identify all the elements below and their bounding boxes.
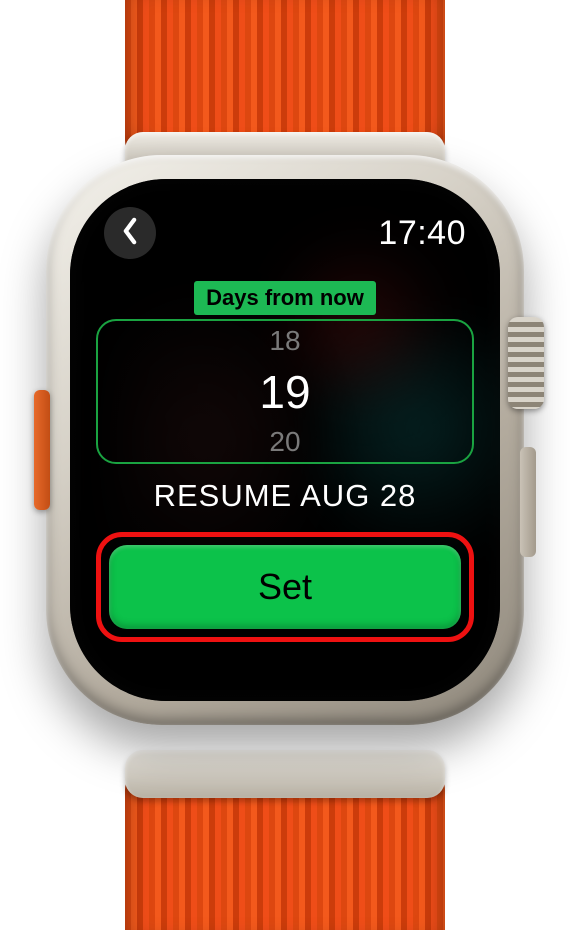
picker-prev-value: 18 <box>269 327 300 355</box>
picker-current-value: 19 <box>259 369 310 415</box>
resume-date-label: RESUME AUG 28 <box>96 478 474 514</box>
watch-case: 17:40 Days from now 18 19 20 RESUME AUG … <box>46 155 524 725</box>
watch-screen: 17:40 Days from now 18 19 20 RESUME AUG … <box>70 179 500 701</box>
picker-next-value: 20 <box>269 428 300 456</box>
days-from-now-label: Days from now <box>194 281 376 315</box>
status-bar: 17:40 <box>96 207 474 259</box>
clock-time: 17:40 <box>378 214 466 253</box>
days-picker[interactable]: 18 19 20 <box>96 319 474 464</box>
side-button[interactable] <box>520 447 536 557</box>
digital-crown[interactable] <box>508 317 544 409</box>
action-button[interactable] <box>34 390 50 510</box>
lug-bottom <box>125 750 445 798</box>
set-button-highlight: Set <box>96 532 474 642</box>
set-button[interactable]: Set <box>109 545 461 629</box>
back-button[interactable] <box>104 207 156 259</box>
chevron-left-icon <box>121 217 139 250</box>
